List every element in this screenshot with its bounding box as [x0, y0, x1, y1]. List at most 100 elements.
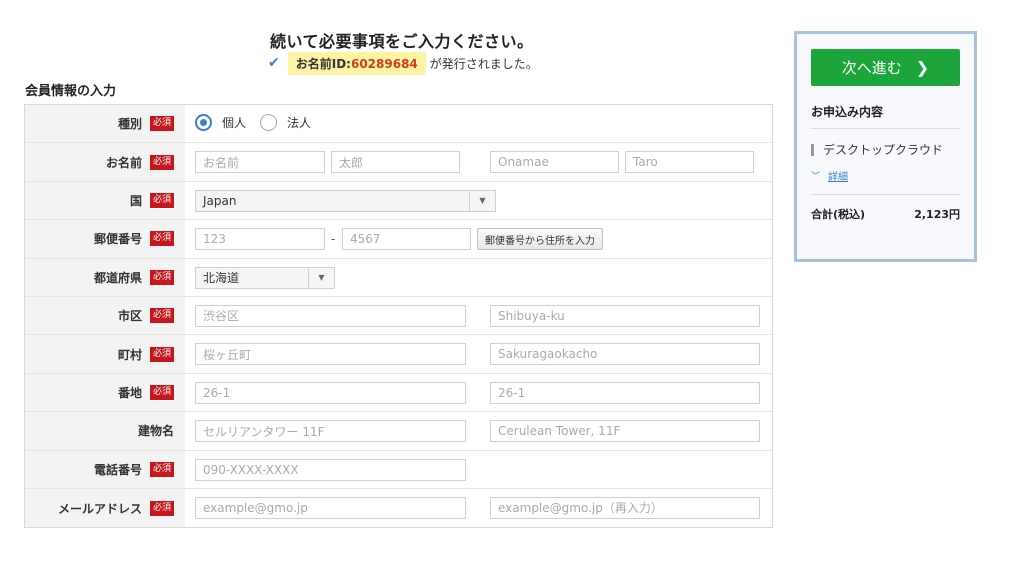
first-name-roman-input[interactable]: Taro [625, 151, 754, 174]
field-label: 建物名 [137, 424, 174, 439]
label-cell: 番地 必須 [25, 373, 185, 412]
field-cell: お名前 太郎 Onamae Taro [185, 143, 772, 180]
email-confirm-input[interactable]: example@gmo.jp（再入力） [490, 496, 760, 519]
required-badge: 必須 [149, 269, 174, 285]
town-input[interactable]: 桜ヶ丘町 [195, 343, 466, 366]
caret-down-icon: ▼ [469, 190, 495, 211]
radio-corporation-label[interactable]: 法人 [287, 114, 311, 131]
required-badge: 必須 [149, 192, 174, 208]
required-badge: 必須 [149, 231, 174, 247]
postal-code-first-input[interactable]: 123 [195, 228, 325, 251]
field-label: 電話番号 [93, 462, 142, 477]
radio-individual[interactable] [195, 114, 212, 131]
field-cell: Japan ▼ [185, 182, 772, 219]
field-cell: 123 - 4567 郵便番号から住所を入力 [185, 220, 772, 257]
field-label: 国 [129, 193, 142, 208]
postal-separator: - [331, 232, 336, 247]
label-cell: 国 必須 [25, 181, 185, 220]
row-name: お名前 必須 お名前 太郎 Onamae Taro [25, 143, 772, 182]
row-prefecture: 都道府県 必須 北海道 ▼ [25, 258, 772, 297]
divider [811, 128, 960, 129]
issued-suffix: が発行されました。 [429, 56, 538, 71]
postal-lookup-button[interactable]: 郵便番号から住所を入力 [477, 228, 603, 251]
label-cell: 建物名 [25, 412, 185, 450]
total-label: 合計(税込) [811, 208, 866, 221]
town-roman-input[interactable]: Sakuragaokacho [490, 343, 760, 366]
country-select[interactable]: Japan ▼ [195, 189, 496, 212]
required-badge: 必須 [149, 461, 174, 477]
postal-code-second-input[interactable]: 4567 [342, 228, 471, 251]
chevron-down-icon: ﹀ [811, 172, 821, 182]
field-cell: example@gmo.jp example@gmo.jp（再入力） [185, 489, 772, 527]
building-roman-input[interactable]: Cerulean Tower, 11F [490, 420, 760, 443]
radio-individual-label[interactable]: 個人 [222, 114, 246, 131]
radio-corporation[interactable] [260, 114, 278, 131]
order-title: お申込み内容 [811, 105, 884, 119]
label-cell: お名前 必須 [25, 143, 185, 181]
row-type: 種別 必須 個人 法人 [25, 105, 772, 144]
required-badge: 必須 [149, 154, 174, 170]
row-building: 建物名 セルリアンタワー 11F Cerulean Tower, 11F [25, 412, 772, 451]
prefecture-select[interactable]: 北海道 ▼ [195, 266, 335, 289]
total-value: 2,123円 [914, 208, 960, 221]
field-cell: 26-1 26-1 [185, 374, 772, 411]
row-town: 町村 必須 桜ヶ丘町 Sakuragaokacho [25, 335, 772, 374]
city-roman-input[interactable]: Shibuya-ku [490, 304, 760, 327]
required-badge: 必須 [149, 384, 174, 400]
row-country: 国 必須 Japan ▼ [25, 181, 772, 221]
country-value: Japan [203, 193, 237, 208]
chevron-right-icon: ❯ [915, 58, 930, 77]
field-label: 町村 [117, 347, 142, 362]
field-label: メールアドレス [57, 501, 142, 516]
member-id-value: 60289684 [350, 56, 418, 71]
first-name-input[interactable]: 太郎 [331, 151, 460, 174]
next-step-label: 次へ進む [841, 59, 902, 77]
field-label: お名前 [105, 155, 142, 170]
label-cell: 市区 必須 [25, 296, 185, 335]
plan-item: デスクトップクラウド [811, 141, 943, 158]
required-badge: 必須 [149, 116, 174, 132]
field-cell: 北海道 ▼ [185, 259, 772, 296]
member-id-box: お名前ID:60289684 [287, 51, 426, 75]
type-radio-group: 個人 法人 [195, 114, 325, 131]
page-headline: 続いて必要事項をご入力ください。 [270, 32, 534, 51]
last-name-input[interactable]: お名前 [195, 151, 325, 174]
required-badge: 必須 [149, 500, 174, 516]
field-label: 市区 [117, 309, 142, 324]
detail-link[interactable]: 詳細 [828, 168, 848, 183]
email-input[interactable]: example@gmo.jp [195, 496, 466, 519]
order-total: 合計(税込) 2,123円 [811, 206, 960, 222]
label-cell: 種別 必須 [25, 105, 185, 143]
field-label: 郵便番号 [93, 232, 142, 247]
plan-name: デスクトップクラウド [823, 143, 944, 157]
field-label: 番地 [117, 385, 142, 400]
block-roman-input[interactable]: 26-1 [490, 381, 760, 404]
field-label: 種別 [117, 117, 142, 132]
row-email: メールアドレス 必須 example@gmo.jp example@gmo.jp… [25, 488, 772, 528]
field-cell: 090-XXXX-XXXX [185, 451, 772, 488]
section-title: 会員情報の入力 [25, 84, 117, 99]
required-badge: 必須 [149, 308, 174, 324]
city-input[interactable]: 渋谷区 [195, 304, 466, 327]
prefecture-value: 北海道 [203, 271, 240, 286]
divider [811, 194, 960, 195]
field-cell: 桜ヶ丘町 Sakuragaokacho [185, 335, 772, 372]
block-input[interactable]: 26-1 [195, 381, 466, 404]
phone-input[interactable]: 090-XXXX-XXXX [195, 458, 466, 481]
order-summary-panel: 次へ進む ❯ お申込み内容 デスクトップクラウド ﹀ 詳細 合計(税込) 2,1… [794, 31, 977, 262]
row-city: 市区 必須 渋谷区 Shibuya-ku [25, 296, 772, 336]
id-issued-notice: ✔ お名前ID:60289684 が発行されました。 [268, 51, 538, 75]
row-block: 番地 必須 26-1 26-1 [25, 373, 772, 413]
plan-bar-marker [811, 143, 814, 156]
caret-down-icon: ▼ [308, 267, 334, 288]
next-step-button[interactable]: 次へ進む ❯ [811, 49, 960, 86]
last-name-roman-input[interactable]: Onamae [490, 151, 619, 174]
label-cell: 電話番号 必須 [25, 450, 185, 488]
label-cell: 郵便番号 必須 [25, 220, 185, 258]
row-postal: 郵便番号 必須 123 - 4567 郵便番号から住所を入力 [25, 220, 772, 259]
member-info-form: 種別 必須 個人 法人 お名前 必須 お名前 太郎 Onamae Taro 国 … [24, 104, 773, 529]
building-input[interactable]: セルリアンタワー 11F [195, 420, 466, 443]
required-badge: 必須 [149, 346, 174, 362]
detail-toggle[interactable]: ﹀ 詳細 [811, 168, 848, 183]
field-cell: セルリアンタワー 11F Cerulean Tower, 11F [185, 412, 772, 449]
